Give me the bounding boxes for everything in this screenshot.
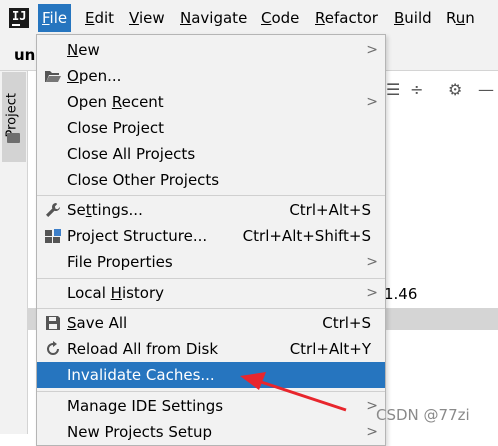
menu-file[interactable]: File [38, 4, 72, 32]
project-tool-tab[interactable]: Project [2, 72, 26, 162]
menu-item-close-project[interactable]: Close Project [37, 115, 385, 141]
menu-run[interactable]: Run [446, 8, 475, 28]
menu-item-label: Reload All from Disk [67, 340, 219, 358]
menu-item-local-history[interactable]: Local History > [37, 280, 385, 306]
menu-item-invalidate-caches[interactable]: Invalidate Caches... [37, 362, 385, 388]
menu-item-label: Close All Projects [67, 145, 196, 163]
menu-code[interactable]: Code [261, 8, 299, 28]
menu-item-close-all-projects[interactable]: Close All Projects [37, 141, 385, 167]
project-name-label[interactable]: un [14, 46, 35, 64]
menu-build[interactable]: Build [394, 8, 432, 28]
menu-separator [37, 391, 385, 392]
main-menu-bar: IJ File Edit View Navigate Code Refactor… [0, 0, 498, 36]
watermark: CSDN @77zi [376, 406, 470, 424]
menu-item-new-projects-setup[interactable]: New Projects Setup > [37, 419, 385, 445]
project-tab-label: Project [4, 93, 20, 138]
expand-all-icon[interactable]: ☰ [386, 80, 400, 99]
collapse-all-icon[interactable]: ÷ [410, 80, 423, 99]
menu-item-open[interactable]: Open... [37, 63, 385, 89]
menu-item-close-other-projects[interactable]: Close Other Projects [37, 167, 385, 193]
menu-item-label: Manage IDE Settings [67, 397, 224, 415]
gear-icon[interactable]: ⚙ [448, 80, 462, 99]
menu-item-label: Open... [67, 67, 122, 85]
menu-item-label: Settings... [67, 201, 143, 219]
menu-edit[interactable]: Edit [85, 8, 114, 28]
menu-item-new[interactable]: New > [37, 37, 385, 63]
folder-open-icon [43, 63, 63, 91]
menu-item-shortcut: Ctrl+S [322, 314, 371, 332]
menu-view[interactable]: View [129, 8, 165, 28]
menu-item-label: New [67, 41, 100, 59]
menu-item-shortcut: Ctrl+Alt+Shift+S [242, 227, 371, 245]
submenu-arrow-icon: > [366, 94, 378, 110]
menu-item-label: Project Structure... [67, 227, 208, 245]
menu-item-label: New Projects Setup [67, 423, 213, 441]
menu-item-label: Open Recent [67, 93, 164, 111]
menu-navigate[interactable]: Navigate [180, 8, 247, 28]
project-structure-icon [43, 223, 63, 252]
menu-item-label: Local History [67, 284, 165, 302]
menu-item-label: Close Project [67, 119, 164, 137]
menu-item-label: Save All [67, 314, 128, 332]
menu-item-file-properties[interactable]: File Properties > [37, 249, 385, 275]
menu-refactor[interactable]: Refactor [315, 8, 378, 28]
menu-separator [37, 278, 385, 279]
menu-item-label: Close Other Projects [67, 171, 220, 189]
menu-item-label: Invalidate Caches... [67, 366, 215, 384]
menu-separator [37, 308, 385, 309]
hide-icon[interactable]: — [478, 80, 494, 99]
menu-item-label: File Properties [67, 253, 173, 271]
submenu-arrow-icon: > [366, 254, 378, 270]
reload-icon [43, 336, 63, 365]
save-icon [43, 310, 63, 339]
file-menu-dropdown: New > Open... Open Recent > Close Projec… [36, 34, 386, 446]
submenu-arrow-icon: > [366, 42, 378, 58]
submenu-arrow-icon: > [366, 285, 378, 301]
intellij-app-icon[interactable]: IJ [7, 6, 31, 30]
menu-item-reload-all[interactable]: Reload All from Disk Ctrl+Alt+Y [37, 336, 385, 362]
background-version-text: 1.46 [384, 285, 418, 303]
menu-item-open-recent[interactable]: Open Recent > [37, 89, 385, 115]
wrench-icon [43, 197, 63, 226]
menu-item-shortcut: Ctrl+Alt+S [289, 201, 371, 219]
menu-separator [37, 195, 385, 196]
menu-item-settings[interactable]: Settings... Ctrl+Alt+S [37, 197, 385, 223]
menu-item-save-all[interactable]: Save All Ctrl+S [37, 310, 385, 336]
menu-item-project-structure[interactable]: Project Structure... Ctrl+Alt+Shift+S [37, 223, 385, 249]
tree-selection-strip-right [384, 308, 498, 330]
menu-item-shortcut: Ctrl+Alt+Y [289, 340, 371, 358]
menu-item-manage-ide-settings[interactable]: Manage IDE Settings > [37, 393, 385, 419]
folder-icon [7, 133, 20, 143]
